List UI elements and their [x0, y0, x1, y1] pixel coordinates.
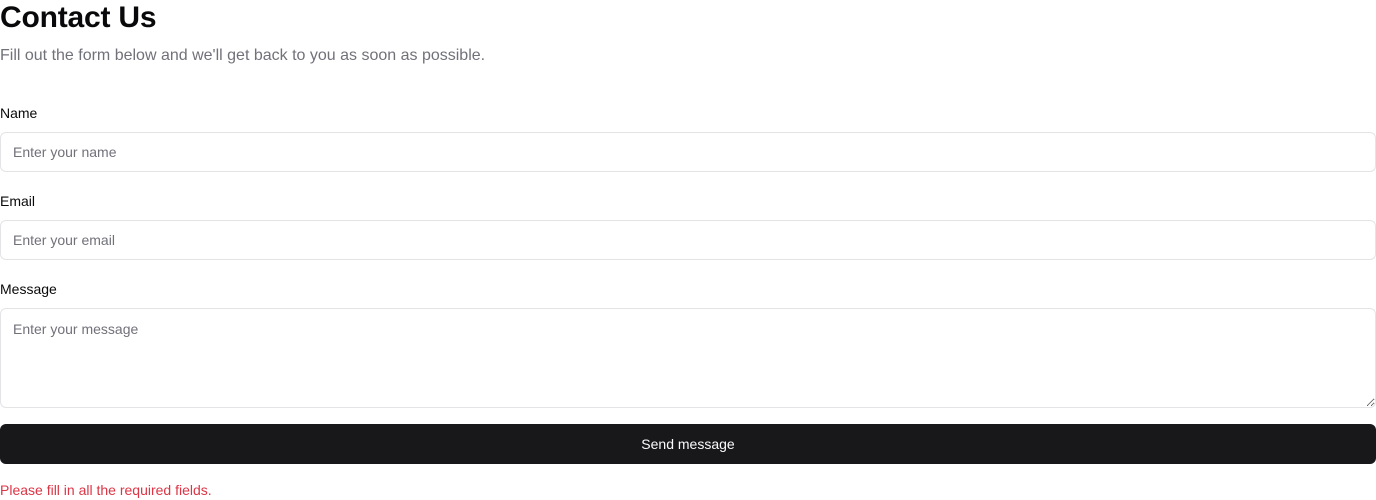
message-label: Message: [0, 281, 57, 297]
send-message-button[interactable]: Send message: [0, 424, 1376, 464]
email-label: Email: [0, 193, 36, 209]
contact-page: Contact Us Fill out the form below and w…: [0, 0, 1376, 500]
name-input[interactable]: [0, 132, 1376, 172]
name-label: Name: [0, 105, 38, 121]
message-textarea[interactable]: [0, 308, 1376, 408]
page-title: Contact Us: [0, 1, 157, 34]
form-error-message: Please fill in all the required fields.: [0, 482, 212, 498]
page-subtitle: Fill out the form below and we'll get ba…: [0, 47, 486, 64]
email-input[interactable]: [0, 220, 1376, 260]
